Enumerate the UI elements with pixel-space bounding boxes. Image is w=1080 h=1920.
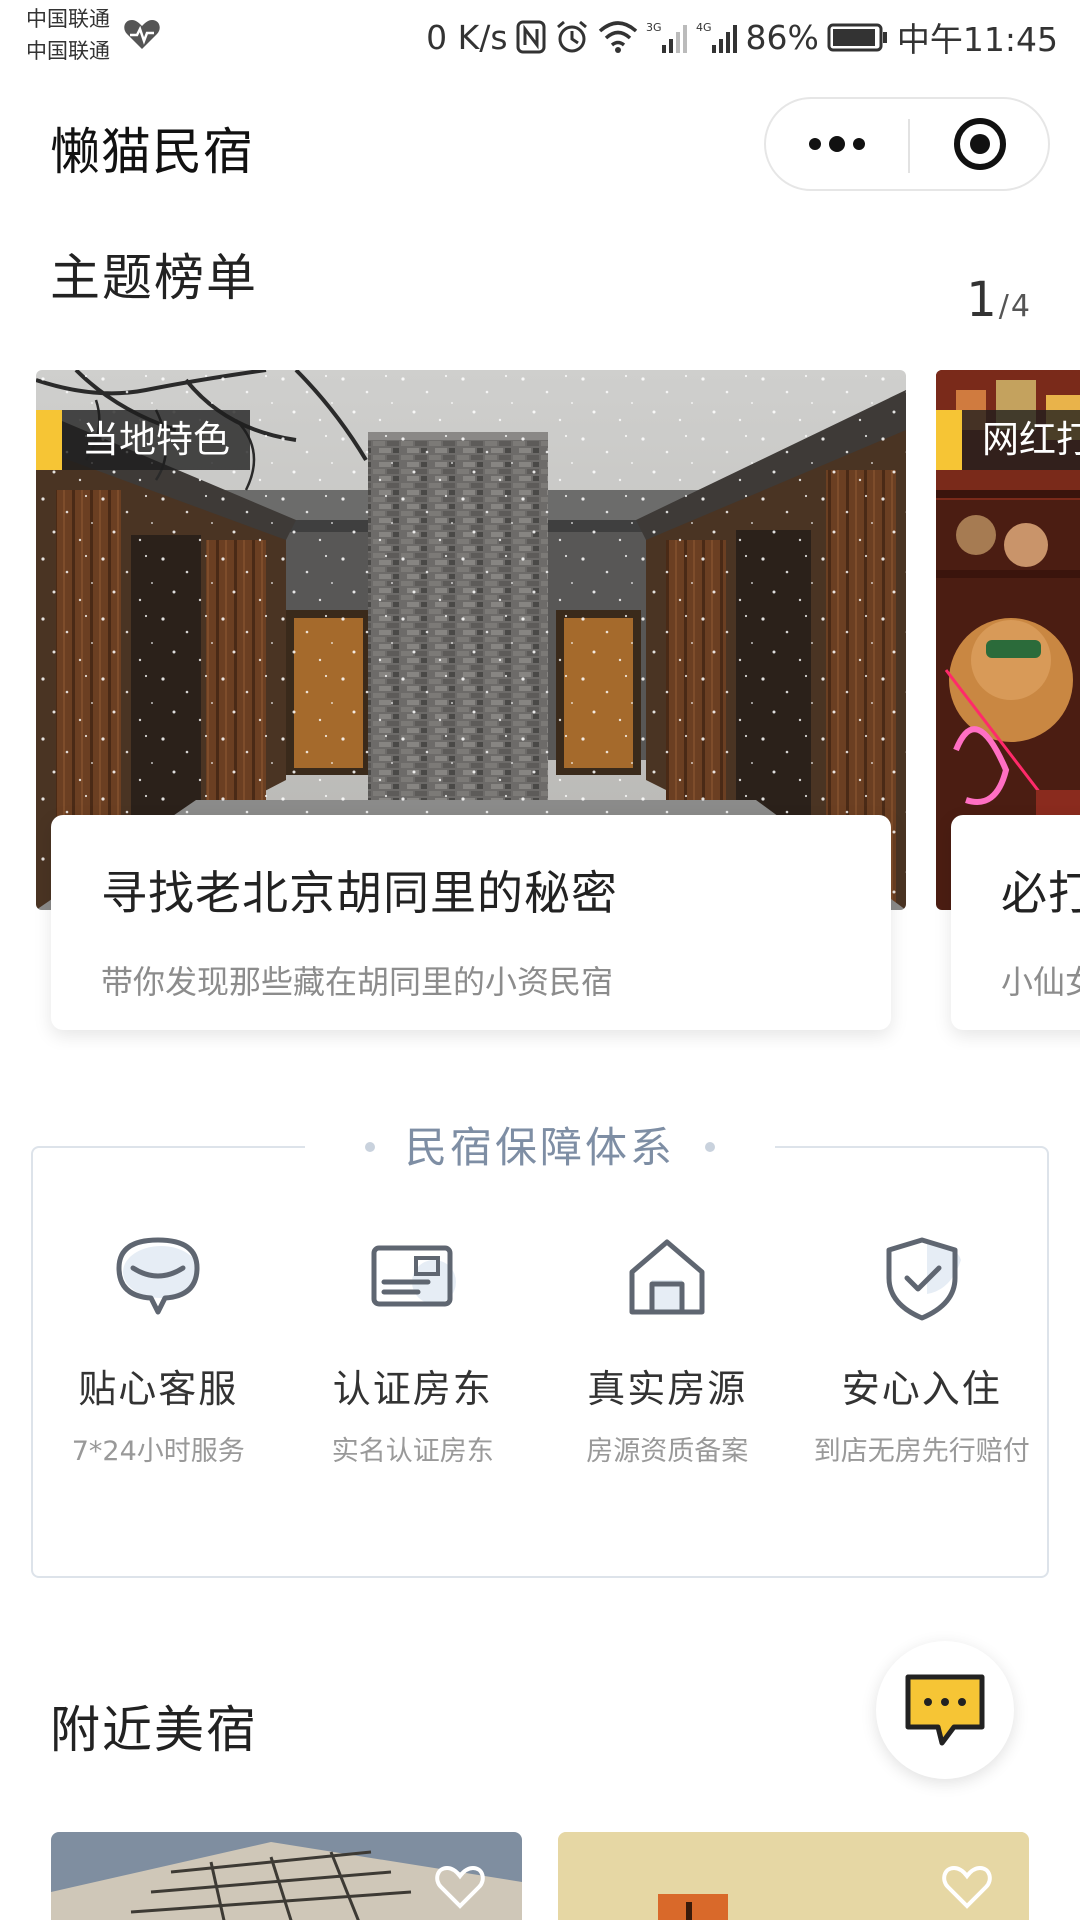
- status-icons: 0 K/s 3G 4G 86% 中午11:45: [426, 14, 1058, 60]
- pager-current: 1: [966, 272, 997, 328]
- favorite-heart-icon[interactable]: [940, 1862, 994, 1912]
- nearby-listing-card[interactable]: [51, 1832, 522, 1920]
- battery-icon: [827, 23, 887, 52]
- id-card-icon: [371, 1245, 456, 1307]
- guarantee-item-desc: 到店无房先行赔付: [813, 1436, 1030, 1467]
- nfc-icon: [516, 20, 546, 54]
- clock: 中午11:45: [896, 20, 1058, 59]
- section-title-themes: 主题榜单: [50, 249, 258, 307]
- svg-text:4G: 4G: [696, 21, 712, 34]
- title-dot-right: [705, 1141, 715, 1152]
- theme-tag-label: 当地特色: [62, 410, 250, 470]
- guarantee-item-service[interactable]: 贴心客服 7*24小时服务: [31, 1230, 286, 1490]
- health-heart-icon: [124, 20, 160, 49]
- wifi-icon: [598, 21, 637, 53]
- carousel-pager: 1/4: [966, 272, 1030, 328]
- carrier-label: 中国联通: [26, 7, 110, 31]
- guarantee-item-desc: 7*24小时服务: [71, 1436, 245, 1467]
- header: 懒猫民宿: [0, 90, 1080, 200]
- theme-card-info: 必打 小仙女: [951, 815, 1080, 1030]
- page-title: 懒猫民宿: [50, 123, 254, 181]
- pager-separator: /: [998, 289, 1009, 324]
- shield-check-icon: [886, 1237, 961, 1321]
- theme-card-title: 必打: [1001, 866, 1080, 920]
- theme-card-subtitle: 小仙女: [1001, 963, 1080, 1001]
- app-screen: 中国联通 中国联通 0 K/s 3G 4G 86% 中午11:45 懒猫民宿 主…: [0, 0, 1080, 1920]
- network-speed: 0 K/s: [426, 17, 508, 57]
- theme-tag-label: 网红打: [962, 410, 1080, 470]
- theme-carousel[interactable]: 当地特色 寻找老北京胡同里的秘密 带你发现那些藏在胡同里的小资民宿 网红打 必打…: [0, 370, 1080, 1050]
- status-bar: 中国联通 中国联通 0 K/s 3G 4G 86% 中午11:45: [0, 0, 1080, 75]
- signal-3g-icon: 3G: [646, 21, 687, 53]
- guarantee-title-wrap: 民宿保障体系: [0, 1120, 1080, 1176]
- guarantee-items: 贴心客服 7*24小时服务 认证房东 实名认证房东 真实房源 房源资质备案 安心…: [31, 1230, 1049, 1490]
- tag-accent-bar: [36, 410, 62, 470]
- guarantee-item-listing[interactable]: 真实房源 房源资质备案: [540, 1230, 795, 1490]
- guarantee-title-text: 民宿保障体系: [404, 1123, 675, 1172]
- guarantee-item-name: 贴心客服: [78, 1367, 239, 1411]
- guarantee-item-desc: 实名认证房东: [331, 1436, 494, 1467]
- pager-total: 4: [1010, 289, 1030, 324]
- guarantee-item-desc: 房源资质备案: [586, 1436, 749, 1467]
- guarantee-item-name: 安心入住: [841, 1367, 1002, 1411]
- section-title-nearby: 附近美宿: [50, 1701, 258, 1759]
- guarantee-item-name: 认证房东: [332, 1367, 493, 1411]
- tag-accent-bar: [936, 410, 962, 470]
- chat-bubble-icon: [116, 1237, 200, 1315]
- theme-card[interactable]: 网红打 必打 小仙女: [936, 370, 1080, 1030]
- theme-tag: 网红打: [936, 410, 1080, 470]
- theme-card-subtitle: 带你发现那些藏在胡同里的小资民宿: [101, 963, 614, 1001]
- signal-4g-icon: 4G: [696, 21, 737, 53]
- theme-card-title: 寻找老北京胡同里的秘密: [101, 866, 618, 920]
- favorite-heart-icon[interactable]: [433, 1862, 487, 1912]
- house-icon: [629, 1239, 705, 1315]
- alarm-icon: [556, 20, 587, 53]
- close-miniprogram-button[interactable]: [910, 99, 1050, 189]
- miniprogram-capsule: [764, 97, 1050, 191]
- title-dot-left: [364, 1141, 375, 1152]
- customer-service-button[interactable]: [876, 1641, 1014, 1779]
- battery-percent: 86%: [745, 17, 819, 57]
- guarantee-item-host[interactable]: 认证房东 实名认证房东: [286, 1230, 541, 1490]
- message-dots-icon: [905, 1674, 985, 1746]
- theme-tag: 当地特色: [36, 410, 250, 470]
- guarantee-title: 民宿保障体系: [304, 1120, 775, 1176]
- nearby-listing-card[interactable]: [558, 1832, 1029, 1920]
- theme-card[interactable]: 当地特色 寻找老北京胡同里的秘密 带你发现那些藏在胡同里的小资民宿: [36, 370, 906, 1030]
- more-dots-icon: [809, 136, 865, 152]
- guarantee-item-stay[interactable]: 安心入住 到店无房先行赔付: [795, 1230, 1050, 1490]
- target-close-icon: [954, 118, 1006, 170]
- theme-card-info: 寻找老北京胡同里的秘密 带你发现那些藏在胡同里的小资民宿: [51, 815, 891, 1030]
- svg-text:3G: 3G: [646, 21, 662, 34]
- more-button[interactable]: [766, 99, 908, 189]
- carrier-label-secondary: 中国联通: [26, 39, 110, 63]
- guarantee-item-name: 真实房源: [587, 1367, 748, 1411]
